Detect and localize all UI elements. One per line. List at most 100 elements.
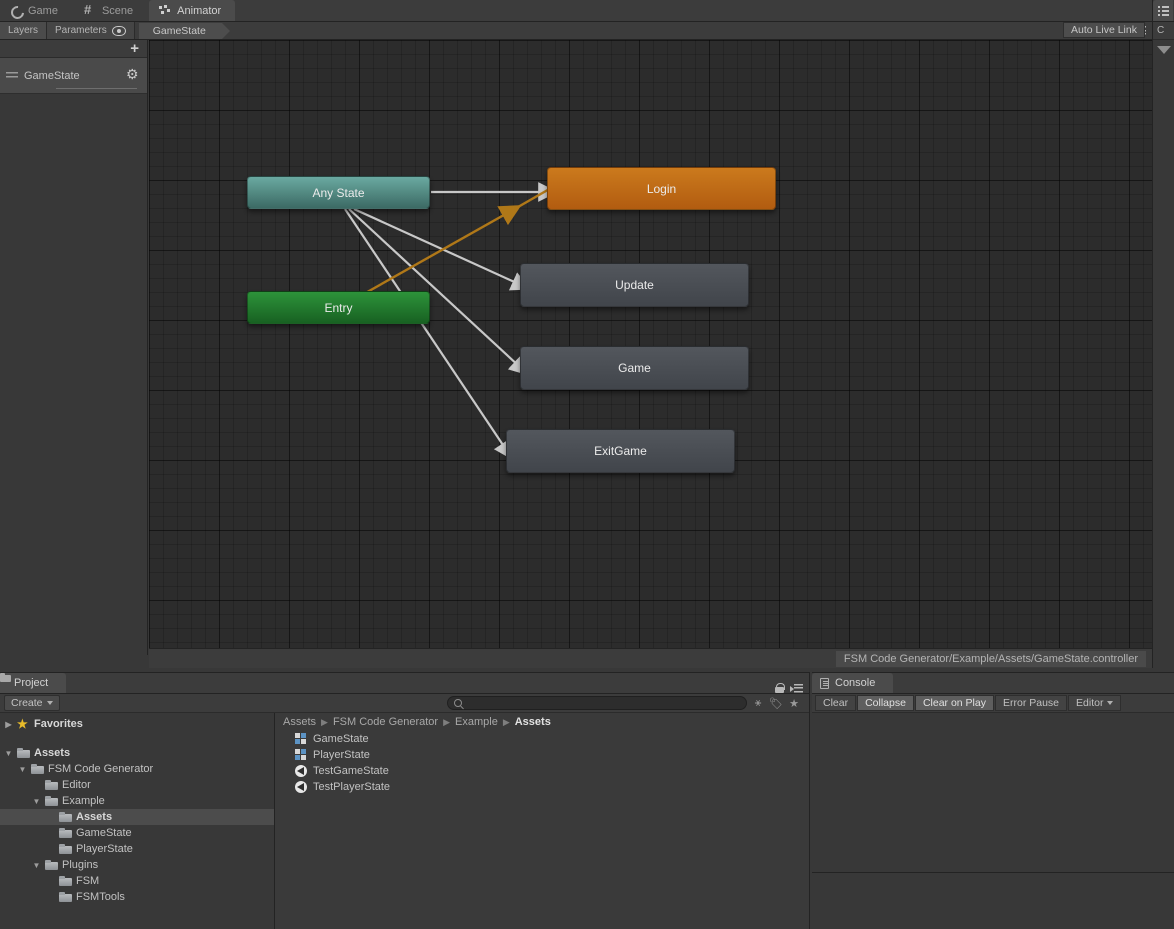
menu-icon[interactable] [790, 684, 803, 693]
asset-item-gamestate[interactable]: GameState [275, 731, 809, 747]
search-box[interactable] [447, 696, 747, 710]
tree-item-assets-selected[interactable]: Assets [0, 809, 274, 825]
animator-subtab-parameters[interactable]: Parameters [47, 22, 135, 39]
console-panel: Console Clear Collapse Clear on Play Err… [812, 672, 1174, 929]
tree-item-fsm[interactable]: FSM [0, 873, 274, 889]
breadcrumb-item-0[interactable]: Assets [283, 716, 316, 728]
tab-project[interactable]: Project [0, 673, 66, 693]
favorite-filter-icon[interactable]: ★ [787, 697, 801, 710]
breadcrumb-item-2[interactable]: Example [455, 716, 498, 728]
label-filter-icon[interactable]: 🏷 [769, 697, 783, 710]
eye-icon[interactable] [112, 26, 126, 36]
tree-item-label: FSMTools [76, 891, 125, 903]
right-panel-body [1153, 40, 1174, 668]
console-icon [820, 678, 829, 689]
search-input[interactable] [466, 698, 740, 709]
breadcrumb-separator-icon: ▶ [321, 717, 328, 728]
tree-item-editor[interactable]: Editor [0, 777, 274, 793]
tree-item-assets-root[interactable]: Assets [0, 745, 274, 761]
chevron-down-icon[interactable] [4, 749, 13, 758]
tab-project-label: Project [14, 677, 48, 689]
asset-item-playerstate[interactable]: PlayerState [275, 747, 809, 763]
right-panel-label: C [1157, 25, 1164, 36]
right-panel-tab[interactable] [1153, 0, 1173, 21]
breadcrumb-item-3[interactable]: Assets [515, 716, 551, 728]
animator-breadcrumb-label: GameState [153, 25, 206, 37]
tab-game[interactable]: Game [0, 0, 72, 21]
editor-dropdown-button[interactable]: Editor [1068, 695, 1121, 711]
animator-breadcrumb-gamestate[interactable]: GameState [139, 23, 222, 39]
animator-state-machine-canvas[interactable]: Any State Login Entry Update Game ExitGa… [149, 40, 1152, 655]
state-node-any-state[interactable]: Any State [247, 176, 430, 209]
tree-item-playerstate[interactable]: PlayerState [0, 841, 274, 857]
drag-handle-icon[interactable] [6, 72, 18, 79]
auto-live-link-button[interactable]: Auto Live Link [1063, 22, 1145, 38]
plus-icon[interactable]: + [130, 43, 139, 54]
state-node-label: Login [647, 182, 676, 196]
state-node-exitgame[interactable]: ExitGame [506, 429, 735, 473]
error-pause-button[interactable]: Error Pause [995, 695, 1067, 711]
layer-row-gamestate[interactable]: GameState [0, 58, 147, 94]
tree-item-example[interactable]: Example [0, 793, 274, 809]
collapse-button-label: Collapse [865, 697, 906, 709]
folder-icon [59, 828, 72, 838]
console-message-list[interactable] [812, 713, 1174, 873]
collapse-button[interactable]: Collapse [857, 695, 914, 711]
tab-animator-label: Animator [177, 5, 221, 17]
tree-item-label: Favorites [34, 718, 83, 730]
folder-icon [59, 844, 72, 854]
animator-subtab-layers[interactable]: Layers [0, 22, 47, 39]
chevron-down-icon[interactable] [32, 797, 41, 806]
asset-item-testgamestate[interactable]: TestGameState [275, 763, 809, 779]
console-toolbar: Clear Collapse Clear on Play Error Pause… [812, 694, 1174, 713]
animator-icon [159, 5, 171, 17]
search-icon [454, 699, 462, 707]
tree-item-gamestate[interactable]: GameState [0, 825, 274, 841]
gear-icon[interactable] [127, 70, 139, 82]
caret-down-icon [47, 701, 53, 705]
state-node-game[interactable]: Game [520, 346, 749, 390]
folder-icon [59, 876, 72, 886]
tree-item-favorites[interactable]: ★ Favorites [0, 716, 274, 732]
clear-on-play-button[interactable]: Clear on Play [915, 695, 994, 711]
state-node-entry[interactable]: Entry [247, 291, 430, 324]
chevron-down-icon[interactable] [18, 765, 27, 774]
asset-item-testplayerstate[interactable]: TestPlayerState [275, 779, 809, 795]
folder-icon [59, 812, 72, 822]
tree-item-fsm-code-generator[interactable]: FSM Code Generator [0, 761, 274, 777]
lock-icon[interactable] [775, 683, 784, 693]
tree-item-fsmtools[interactable]: FSMTools [0, 889, 274, 905]
create-button[interactable]: Create [4, 695, 60, 711]
tab-scene-label: Scene [102, 5, 133, 17]
subtab-parameters-label: Parameters [55, 25, 107, 36]
state-node-login[interactable]: Login [547, 167, 776, 210]
state-node-label: Any State [312, 186, 364, 200]
clear-button[interactable]: Clear [815, 695, 856, 711]
tree-item-label: PlayerState [76, 843, 133, 855]
triangle-down-icon[interactable] [1157, 46, 1171, 54]
animator-controller-icon [295, 749, 307, 761]
breadcrumb: Assets ▶ FSM Code Generator ▶ Example ▶ … [275, 713, 809, 731]
asset-label: TestGameState [313, 765, 389, 777]
folder-icon [45, 860, 58, 870]
state-node-label: ExitGame [594, 444, 647, 458]
project-search-area: ⚹ 🏷 ★ [447, 696, 805, 710]
star-icon: ★ [17, 717, 30, 731]
error-pause-button-label: Error Pause [1003, 697, 1059, 709]
tab-scene[interactable]: Scene [74, 0, 147, 21]
tree-item-label: Example [62, 795, 105, 807]
tab-console[interactable]: Console [812, 673, 893, 693]
chevron-down-icon[interactable] [32, 861, 41, 870]
avatar-filter-icon[interactable]: ⚹ [751, 697, 765, 710]
state-node-update[interactable]: Update [520, 263, 749, 307]
animator-layers-panel: + GameState [0, 40, 148, 655]
tree-item-plugins[interactable]: Plugins [0, 857, 274, 873]
breadcrumb-item-1[interactable]: FSM Code Generator [333, 716, 438, 728]
tab-animator[interactable]: Animator [149, 0, 235, 21]
chevron-right-icon[interactable] [4, 720, 13, 729]
state-node-label: Entry [324, 301, 352, 315]
folder-icon [31, 764, 44, 774]
layers-add-row: + [0, 40, 147, 58]
list-icon [1158, 6, 1169, 16]
project-tabbar-right [775, 683, 809, 693]
